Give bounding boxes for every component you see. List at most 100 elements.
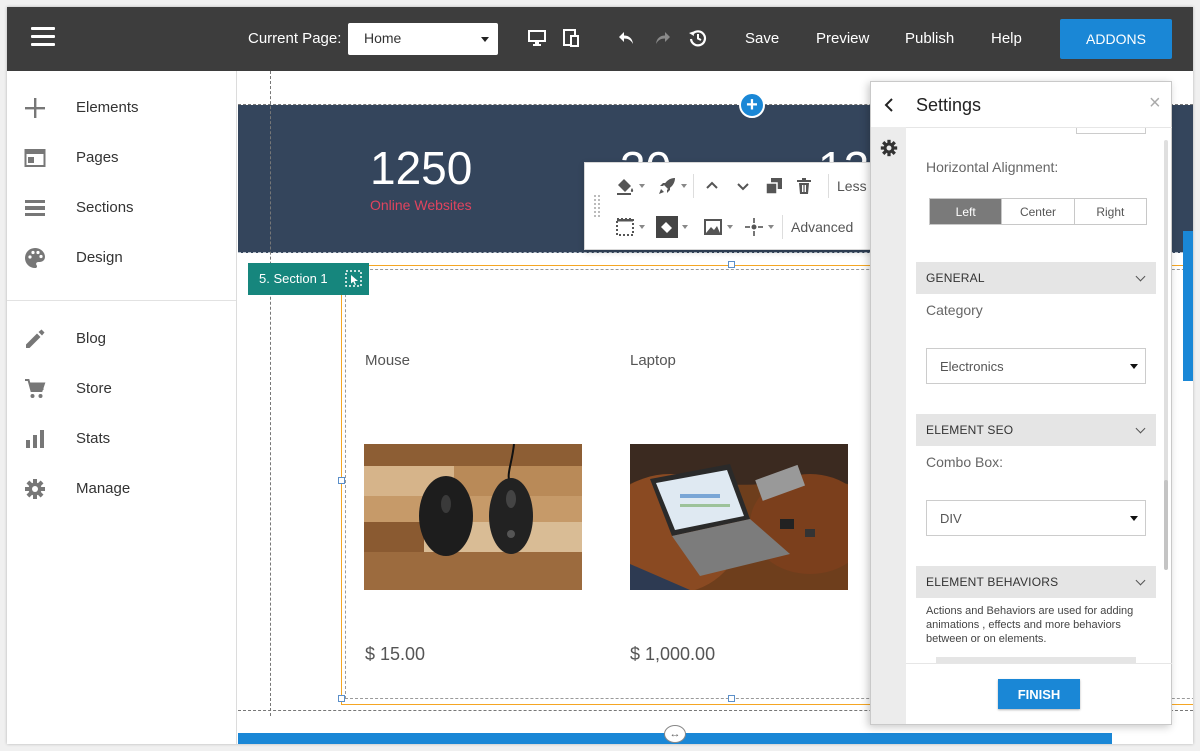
number-input[interactable]	[1076, 128, 1146, 134]
fill-color-tool[interactable]	[615, 176, 645, 196]
category-select[interactable]: Electronics	[926, 348, 1146, 384]
align-left-option[interactable]: Left	[930, 199, 1003, 224]
resize-handle[interactable]	[728, 261, 735, 268]
sidebar-item-manage[interactable]: Manage	[7, 469, 236, 509]
sidebar-item-label: Sections	[76, 199, 134, 216]
chevron-down-icon[interactable]	[735, 178, 751, 194]
resize-handle[interactable]	[338, 477, 345, 484]
plus-icon	[24, 97, 46, 119]
sidebar-item-blog[interactable]: Blog	[7, 319, 236, 359]
publish-button[interactable]: Publish	[905, 30, 954, 47]
sidebar: Elements Pages Sections Design Blog Stor…	[7, 71, 237, 744]
chevron-up-icon[interactable]	[704, 178, 720, 194]
sidebar-item-elements[interactable]: Elements	[7, 88, 236, 128]
sidebar-item-design[interactable]: Design	[7, 238, 236, 278]
product-image-laptop[interactable]	[630, 444, 848, 590]
preview-button[interactable]: Preview	[816, 30, 869, 47]
product-price[interactable]: $ 1,000.00	[630, 644, 715, 665]
resize-handle[interactable]	[728, 695, 735, 702]
drag-handle-icon[interactable]	[594, 195, 600, 217]
top-bar: Current Page: Home Save Preview Publish …	[7, 7, 1193, 71]
finish-button[interactable]: FINISH	[998, 679, 1080, 709]
hamburger-icon[interactable]	[31, 27, 55, 47]
resize-handle[interactable]	[338, 695, 345, 702]
section-tag[interactable]: 5. Section 1	[248, 263, 369, 295]
less-button[interactable]: Less	[837, 178, 867, 194]
undo-icon[interactable]	[616, 27, 638, 49]
desktop-icon[interactable]	[526, 27, 548, 49]
sidebar-item-label: Design	[76, 249, 123, 266]
bucket-fill-icon	[656, 216, 678, 238]
image-icon	[704, 219, 722, 235]
addons-button[interactable]: ADDONS	[1060, 19, 1172, 59]
guide-line	[270, 71, 271, 716]
resize-horizontal-icon[interactable]: ↔	[664, 725, 686, 743]
sidebar-item-sections[interactable]: Sections	[7, 188, 236, 228]
product-name[interactable]: Mouse	[365, 352, 410, 369]
crosshair-icon	[745, 218, 763, 236]
border-icon	[616, 218, 634, 236]
tablet-icon[interactable]	[560, 27, 582, 49]
border-tool[interactable]	[615, 217, 645, 237]
align-right-option[interactable]: Right	[1075, 199, 1146, 224]
gear-icon[interactable]	[871, 128, 906, 168]
history-icon[interactable]	[687, 27, 709, 49]
gear-icon	[24, 478, 46, 500]
behaviors-description: Actions and Behaviors are used for addin…	[926, 605, 1134, 645]
settings-scrollbar[interactable]	[1164, 140, 1168, 570]
sidebar-item-pages[interactable]: Pages	[7, 138, 236, 178]
page-select[interactable]: Home	[348, 23, 498, 55]
accordion-title: ELEMENT SEO	[926, 423, 1014, 437]
position-tool[interactable]	[744, 217, 774, 237]
settings-title: Settings	[916, 95, 982, 115]
accordion-title: ELEMENT BEHAVIORS	[926, 575, 1059, 589]
close-icon[interactable]: ×	[1149, 92, 1161, 115]
chevron-down-icon	[1135, 423, 1146, 434]
select-parent-icon[interactable]	[345, 270, 362, 287]
canvas-scrollbar[interactable]	[1183, 231, 1193, 381]
animation-tool[interactable]	[657, 176, 687, 196]
stat-number: 1250	[370, 142, 473, 194]
category-value: Electronics	[940, 359, 1004, 374]
sidebar-item-label: Blog	[76, 330, 107, 347]
sidebar-item-label: Manage	[76, 480, 131, 497]
caret-down-icon	[1130, 364, 1138, 369]
add-section-button[interactable]: +	[739, 92, 765, 118]
element-behaviors-accordion[interactable]: ELEMENT BEHAVIORS	[916, 566, 1156, 598]
image-tool[interactable]	[703, 217, 733, 237]
page-select-value: Home	[364, 30, 402, 46]
product-name[interactable]: Laptop	[630, 352, 676, 369]
product-price[interactable]: $ 15.00	[365, 644, 425, 665]
cart-icon	[24, 378, 46, 400]
stat-label: Online Websites	[370, 197, 472, 213]
background-color-tool[interactable]	[656, 216, 688, 238]
general-accordion[interactable]: GENERAL	[916, 262, 1156, 294]
help-button[interactable]: Help	[991, 30, 1022, 47]
accordion-title: GENERAL	[926, 271, 985, 285]
current-page-label: Current Page:	[248, 30, 342, 47]
element-seo-accordion[interactable]: ELEMENT SEO	[916, 414, 1156, 446]
sidebar-item-store[interactable]: Store	[7, 369, 236, 409]
trash-icon[interactable]	[795, 177, 813, 195]
caret-down-icon	[481, 37, 489, 42]
element-toolbar: Less Advanced	[584, 162, 884, 250]
chevron-down-icon	[1135, 271, 1146, 282]
paint-bucket-icon	[617, 179, 634, 195]
advanced-button[interactable]: Advanced	[791, 219, 853, 235]
align-center-option[interactable]: Center	[1002, 199, 1075, 224]
sidebar-item-stats[interactable]: Stats	[7, 419, 236, 459]
duplicate-icon[interactable]	[765, 177, 783, 195]
alignment-toggle: Left Center Right	[929, 198, 1147, 225]
sidebar-item-label: Stats	[76, 430, 111, 447]
redo-icon[interactable]	[651, 27, 673, 49]
save-button[interactable]: Save	[745, 30, 779, 47]
section-tag-label: 5. Section 1	[259, 271, 328, 286]
pencil-icon	[24, 328, 46, 350]
palette-icon	[24, 247, 46, 269]
product-image-mouse[interactable]	[364, 444, 582, 590]
chevron-down-icon	[1135, 575, 1146, 586]
sidebar-item-label: Elements	[76, 99, 139, 116]
chevron-left-icon[interactable]	[871, 82, 906, 127]
combo-box-select[interactable]: DIV	[926, 500, 1146, 536]
settings-body: Horizontal Alignment: Left Center Right …	[906, 128, 1172, 663]
